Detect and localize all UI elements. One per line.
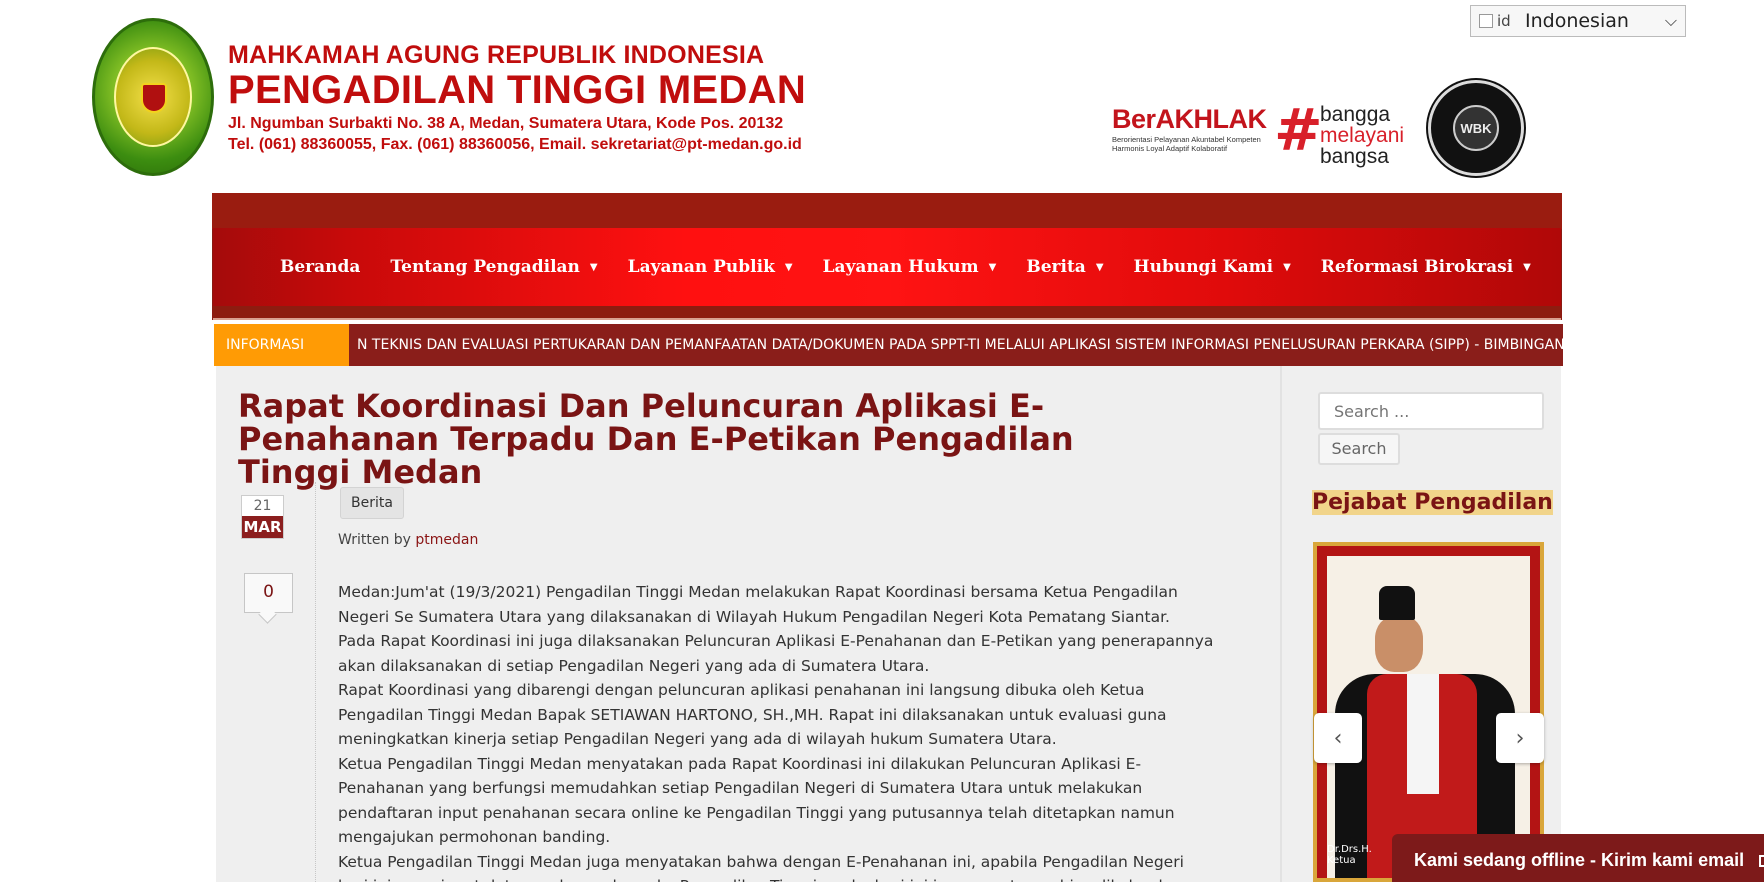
author-line: Written by ptmedan bbox=[338, 532, 478, 548]
photo-caption-name: Dr.Drs.H. bbox=[1327, 844, 1372, 855]
wbk-badge: WBK bbox=[1428, 80, 1524, 176]
org-header: MAHKAMAH AGUNG REPUBLIK INDONESIA PENGAD… bbox=[228, 40, 806, 155]
article-date: 21 MAR bbox=[241, 495, 284, 539]
language-selector[interactable]: id Indonesian ⌵ bbox=[1470, 5, 1686, 37]
shield-icon bbox=[141, 83, 167, 113]
chat-label: Kami sedang offline - Kirim kami email bbox=[1414, 850, 1745, 870]
sidebar-divider bbox=[1280, 366, 1282, 882]
photo-white-bib bbox=[1407, 674, 1439, 794]
article-title: Rapat Koordinasi Dan Peluncuran Aplikasi… bbox=[238, 387, 1074, 491]
search-input[interactable] bbox=[1318, 392, 1544, 430]
article-paragraph: Ketua Pengadilan Tinggi Medan juga menya… bbox=[338, 852, 1187, 882]
court-logo[interactable] bbox=[92, 18, 214, 176]
nav-hubungi-kami[interactable]: Hubungi Kami ▼ bbox=[1134, 257, 1291, 277]
sidebar-heading-text: Pejabat Pengadilan bbox=[1312, 490, 1553, 515]
nav-berita[interactable]: Berita ▼ bbox=[1026, 257, 1103, 277]
comment-count-bubble[interactable]: 0 bbox=[244, 573, 293, 613]
language-label: Indonesian bbox=[1525, 10, 1629, 32]
wbk-label: WBK bbox=[1453, 105, 1499, 151]
bangga-melayani-logo: bangga melayani bangsa bbox=[1320, 104, 1404, 167]
hashtag-icon: # bbox=[1274, 96, 1323, 164]
search-button[interactable]: Search bbox=[1318, 433, 1400, 465]
chevron-right-icon: › bbox=[1515, 725, 1525, 751]
org-contact: Tel. (061) 88360055, Fax. (061) 88360056… bbox=[228, 136, 802, 153]
photo-face bbox=[1375, 616, 1423, 672]
article-paragraph: Medan:Jum'at (19/3/2021) Pengadilan Ting… bbox=[338, 583, 1178, 626]
caret-down-icon: ▼ bbox=[589, 261, 598, 273]
article-paragraph: Ketua Pengadilan Tinggi Medan menyatakan… bbox=[338, 754, 1175, 847]
written-by-label: Written by bbox=[338, 532, 411, 548]
nav-layanan-hukum[interactable]: Layanan Hukum ▼ bbox=[823, 257, 997, 277]
ticker-text[interactable]: N TEKNIS DAN EVALUASI PERTUKARAN DAN PEM… bbox=[349, 337, 1563, 353]
nav-label: Tentang Pengadilan bbox=[390, 257, 580, 277]
meta-divider bbox=[315, 482, 316, 882]
date-day: 21 bbox=[253, 498, 272, 514]
nav-label: Beranda bbox=[280, 257, 361, 277]
berakhlak-sub1: Berorientasi Pelayanan Akuntabel Kompete… bbox=[1112, 135, 1261, 144]
offline-chat-button[interactable]: Kami sedang offline - Kirim kami email bbox=[1392, 834, 1764, 882]
date-month: MAR bbox=[242, 516, 283, 538]
nav-top-band bbox=[212, 193, 1562, 229]
berakhlak-logo: BerAKHLAK Berorientasi Pelayanan Akuntab… bbox=[1112, 104, 1272, 153]
slider-prev-button[interactable]: ‹ bbox=[1314, 713, 1362, 763]
caret-down-icon: ▼ bbox=[1095, 261, 1104, 273]
sidebar-heading: Pejabat Pengadilan bbox=[1312, 490, 1553, 515]
nav-beranda[interactable]: Beranda bbox=[280, 257, 360, 277]
nav-label: Reformasi Birokrasi bbox=[1320, 257, 1514, 277]
berakhlak-title: BerAKHLAK bbox=[1112, 104, 1267, 134]
official-photo-slider: Dr.Drs.H. Ketua bbox=[1313, 542, 1544, 882]
caret-down-icon: ▼ bbox=[1283, 261, 1291, 273]
caret-down-icon: ▼ bbox=[1523, 261, 1531, 273]
chevron-down-icon: ⌵ bbox=[1664, 11, 1677, 30]
nav-label: Hubungi Kami bbox=[1133, 257, 1274, 277]
article-paragraph: Rapat Koordinasi yang dibarengi dengan p… bbox=[338, 681, 1167, 748]
org-address: Jl. Ngumban Surbakti No. 38 A, Medan, Su… bbox=[228, 115, 784, 132]
main-nav: Beranda Tentang Pengadilan ▼ Layanan Pub… bbox=[213, 228, 1561, 306]
email-icon bbox=[1759, 855, 1764, 868]
flag-icon: id bbox=[1479, 12, 1519, 30]
article-body: Medan:Jum'at (19/3/2021) Pengadilan Ting… bbox=[338, 580, 1218, 882]
nav-reformasi-birokrasi[interactable]: Reformasi Birokrasi ▼ bbox=[1321, 257, 1531, 277]
news-ticker: INFORMASI N TEKNIS DAN EVALUASI PERTUKAR… bbox=[214, 324, 1563, 366]
berakhlak-sub2: Harmonis Loyal Adaptif Kolaboratif bbox=[1112, 144, 1228, 153]
chevron-left-icon: ‹ bbox=[1333, 725, 1343, 751]
caret-down-icon: ▼ bbox=[784, 261, 793, 273]
nav-tentang-pengadilan[interactable]: Tentang Pengadilan ▼ bbox=[390, 257, 597, 277]
melayani-text: melayani bbox=[1320, 124, 1405, 147]
ticker-label: INFORMASI bbox=[214, 324, 349, 366]
slider-next-button[interactable]: › bbox=[1496, 713, 1544, 763]
page: id Indonesian ⌵ MAHKAMAH AGUNG REPUBLIK … bbox=[0, 0, 1764, 882]
article-paragraph: Pada Rapat Koordinasi ini juga dilaksana… bbox=[338, 632, 1214, 675]
nav-layanan-publik[interactable]: Layanan Publik ▼ bbox=[628, 257, 793, 277]
nav-label: Berita bbox=[1026, 257, 1086, 277]
photo-cap bbox=[1379, 586, 1415, 620]
photo-caption: Dr.Drs.H. Ketua bbox=[1327, 844, 1372, 866]
bangga-text: bangga bbox=[1320, 103, 1391, 126]
caret-down-icon: ▼ bbox=[988, 261, 997, 273]
bangsa-text: bangsa bbox=[1320, 145, 1389, 168]
org-supreme-court: MAHKAMAH AGUNG REPUBLIK INDONESIA bbox=[228, 41, 765, 69]
nav-bottom-band bbox=[213, 306, 1561, 320]
photo-caption-title: Ketua bbox=[1327, 855, 1356, 866]
author-link[interactable]: ptmedan bbox=[415, 532, 478, 548]
org-name: PENGADILAN TINGGI MEDAN bbox=[228, 68, 807, 112]
category-tag[interactable]: Berita bbox=[340, 487, 404, 519]
nav-label: Layanan Hukum bbox=[822, 257, 979, 277]
nav-label: Layanan Publik bbox=[627, 257, 775, 277]
